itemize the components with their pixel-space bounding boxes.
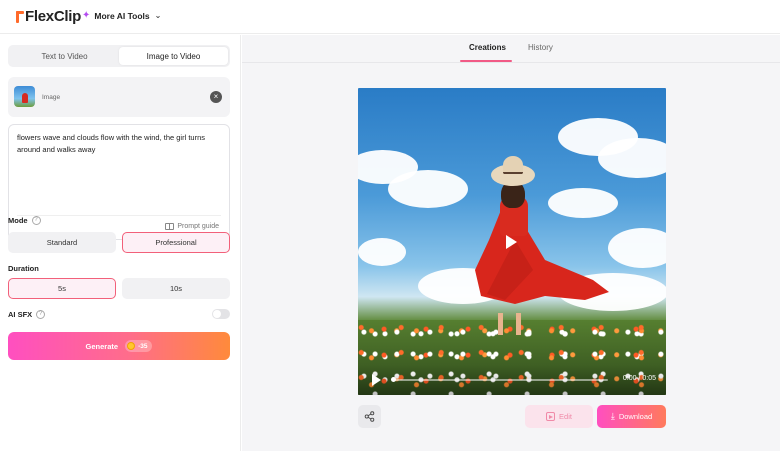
video-time: 0:00 / 0:05 <box>622 375 656 382</box>
play-button[interactable] <box>372 374 381 386</box>
cloud-shape <box>598 138 666 178</box>
more-ai-tools-label: More AI Tools <box>94 10 150 21</box>
active-tab-indicator <box>460 60 512 62</box>
download-button[interactable]: ⤓ Download <box>597 405 666 428</box>
uploaded-image-card[interactable]: Image × <box>8 77 230 117</box>
download-label: Download <box>618 412 653 421</box>
mode-standard-button[interactable]: Standard <box>8 232 116 253</box>
mode-professional-button[interactable]: Professional <box>122 232 230 253</box>
coin-icon <box>127 342 136 350</box>
remove-image-button[interactable]: × <box>210 91 222 103</box>
logo-mark-icon <box>16 10 24 23</box>
girl-leg <box>498 313 503 335</box>
credit-cost-badge: -35 <box>125 340 153 352</box>
help-icon[interactable]: ? <box>36 310 46 319</box>
play-icon[interactable] <box>506 235 517 249</box>
image-thumbnail <box>14 86 35 107</box>
straw-hat <box>491 156 535 186</box>
duration-label-text: Duration <box>8 264 39 273</box>
prompt-textarea[interactable]: flowers wave and clouds flow with the wi… <box>8 124 230 240</box>
share-icon <box>364 411 375 422</box>
duration-10s-button[interactable]: 10s <box>122 278 230 299</box>
tab-history[interactable]: History <box>528 43 553 52</box>
top-header: FlexClip ✦ More AI Tools ⌄ <box>0 0 780 34</box>
video-preview[interactable]: 0:00 / 0:05 <box>358 88 666 395</box>
duration-label: Duration <box>8 264 39 273</box>
ai-sfx-toggle[interactable] <box>212 309 230 319</box>
logo-text: FlexClip <box>25 8 81 25</box>
book-icon <box>165 223 175 230</box>
close-icon: × <box>213 92 219 101</box>
duration-5s-button[interactable]: 5s <box>8 278 116 299</box>
cloud-shape <box>358 238 406 266</box>
video-progress-bar[interactable] <box>391 377 608 382</box>
sparkle-icon: ✦ <box>82 10 91 21</box>
help-icon[interactable]: ? <box>31 216 41 225</box>
credit-cost: -35 <box>138 342 148 350</box>
results-tabs: Creations History <box>242 35 780 63</box>
tab-creations[interactable]: Creations <box>469 43 506 52</box>
right-panel: Creations History 0:00 / 0:05 Edit ⤓ Dow… <box>242 35 780 451</box>
edit-video-icon <box>546 412 556 421</box>
mode-label-text: Mode <box>8 216 28 225</box>
more-ai-tools-menu[interactable]: ✦ More AI Tools ⌄ <box>82 10 161 21</box>
mode-label: Mode ? <box>8 216 41 225</box>
edit-label: Edit <box>559 412 572 421</box>
prompt-guide-label: Prompt guide <box>177 223 219 230</box>
prompt-guide-link[interactable]: Prompt guide <box>165 223 219 230</box>
tab-image-to-video[interactable]: Image to Video <box>119 47 228 65</box>
progress-knob[interactable] <box>391 377 396 382</box>
toggle-knob <box>213 310 221 318</box>
red-dress-shape <box>475 206 609 304</box>
cloud-shape <box>388 170 468 208</box>
generate-label: Generate <box>85 341 119 351</box>
generation-mode-tabs: Text to Video Image to Video <box>8 45 230 67</box>
left-panel: Text to Video Image to Video Image × flo… <box>0 35 241 451</box>
prompt-text[interactable]: flowers wave and clouds flow with the wi… <box>17 132 222 156</box>
ai-sfx-label: AI SFX ? <box>8 310 46 319</box>
download-icon: ⤓ <box>610 411 615 421</box>
ai-sfx-label-text: AI SFX <box>8 310 33 319</box>
video-controls: 0:00 / 0:05 <box>358 365 666 395</box>
tab-text-to-video[interactable]: Text to Video <box>10 47 119 65</box>
flexclip-logo[interactable]: FlexClip <box>16 8 81 25</box>
edit-button[interactable]: Edit <box>525 405 593 428</box>
generate-button[interactable]: Generate -35 <box>8 332 230 360</box>
share-button[interactable] <box>358 405 381 428</box>
cloud-shape <box>608 228 666 268</box>
prompt-divider <box>17 215 221 216</box>
chevron-down-icon: ⌄ <box>154 11 162 20</box>
girl-leg <box>516 313 521 335</box>
image-label: Image <box>42 94 61 101</box>
